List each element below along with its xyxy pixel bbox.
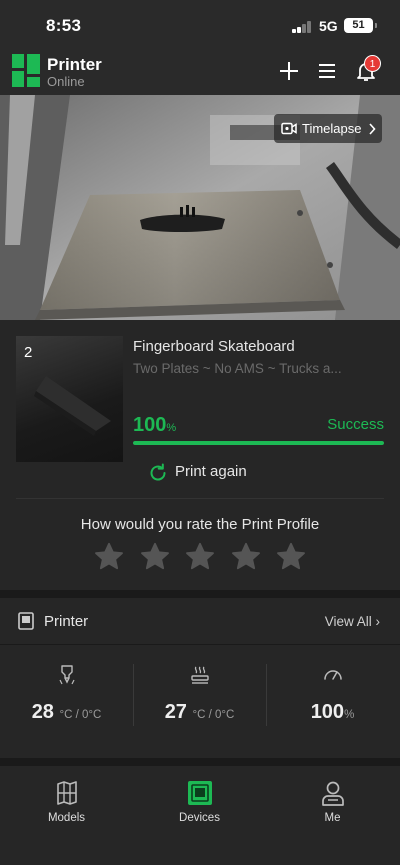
view-all-button[interactable]: View All › xyxy=(325,614,380,629)
printer-section-title: Printer xyxy=(44,613,89,630)
progress-bar-fill xyxy=(133,441,384,445)
timelapse-button[interactable]: Timelapse xyxy=(274,114,382,143)
star-icon[interactable] xyxy=(276,542,306,572)
job-status: Success xyxy=(327,416,384,433)
printer-name: Printer xyxy=(47,55,102,74)
profile-icon xyxy=(321,781,344,806)
nozzle-temperature[interactable]: 28 °C / 0°C xyxy=(0,664,133,728)
nozzle-temp-value: 28 xyxy=(31,701,54,723)
star-icon[interactable] xyxy=(94,542,124,572)
speed-unit: % xyxy=(344,709,355,721)
print-speed[interactable]: 100% xyxy=(266,664,399,728)
brand-logo xyxy=(12,54,40,87)
print-again-label: Print again xyxy=(175,463,247,480)
tab-models[interactable]: Models xyxy=(0,780,133,830)
plate-thumbnail[interactable]: 2 xyxy=(16,336,123,462)
heatbed-icon xyxy=(190,666,209,684)
printer-icon xyxy=(18,612,34,630)
network-type: 5G xyxy=(319,18,338,34)
speed-value: 100 xyxy=(310,701,345,723)
notification-badge: 1 xyxy=(364,55,381,72)
chevron-right-icon xyxy=(369,123,376,135)
plate-number: 2 xyxy=(24,344,33,361)
nozzle-temp-unit: °C / 0°C xyxy=(59,709,102,721)
star-icon[interactable] xyxy=(231,542,261,572)
refresh-icon xyxy=(150,463,166,481)
add-icon[interactable] xyxy=(277,59,301,83)
print-job-card: 2 Fingerboard Skateboard Two Plates ~ No… xyxy=(0,320,400,590)
progress-percentage: 100% xyxy=(133,414,177,436)
speedometer-icon xyxy=(323,670,342,680)
bed-temp-value: 27 xyxy=(164,701,187,723)
tab-devices[interactable]: Devices xyxy=(133,780,266,830)
job-subtitle: Two Plates ~ No AMS ~ Trucks a... xyxy=(133,361,342,376)
nozzle-icon xyxy=(58,665,75,685)
bottom-tab-bar: Models Devices Me xyxy=(0,766,400,865)
menu-icon[interactable] xyxy=(315,59,339,83)
star-icon[interactable] xyxy=(185,542,215,572)
video-camera-icon xyxy=(281,122,297,135)
divider xyxy=(16,498,384,499)
models-icon xyxy=(56,781,77,805)
printer-status-card: Printer View All › 28 °C / 0°C 27 °C / 0… xyxy=(0,598,400,758)
status-time: 8:53 xyxy=(46,16,82,35)
app-header: Printer Online xyxy=(0,46,400,95)
printer-status: Online xyxy=(47,74,85,89)
job-title: Fingerboard Skateboard xyxy=(133,338,295,355)
cellular-signal-icon xyxy=(292,21,314,33)
progress-bar xyxy=(133,441,384,445)
bed-temperature[interactable]: 27 °C / 0°C xyxy=(133,664,266,728)
section-divider xyxy=(0,644,400,645)
tab-me[interactable]: Me xyxy=(266,780,399,830)
bed-temp-unit: °C / 0°C xyxy=(192,709,235,721)
status-bar: 8:53 5G 51 xyxy=(0,0,400,46)
battery-icon: 51 xyxy=(344,18,377,33)
tab-label: Me xyxy=(324,812,341,824)
rating-stars xyxy=(94,542,306,572)
star-icon[interactable] xyxy=(140,542,170,572)
tab-label: Devices xyxy=(179,812,220,824)
timelapse-label: Timelapse xyxy=(302,121,362,136)
rating-question: How would you rate the Print Profile xyxy=(80,516,320,533)
tab-label: Models xyxy=(47,812,86,824)
devices-icon xyxy=(187,781,212,805)
